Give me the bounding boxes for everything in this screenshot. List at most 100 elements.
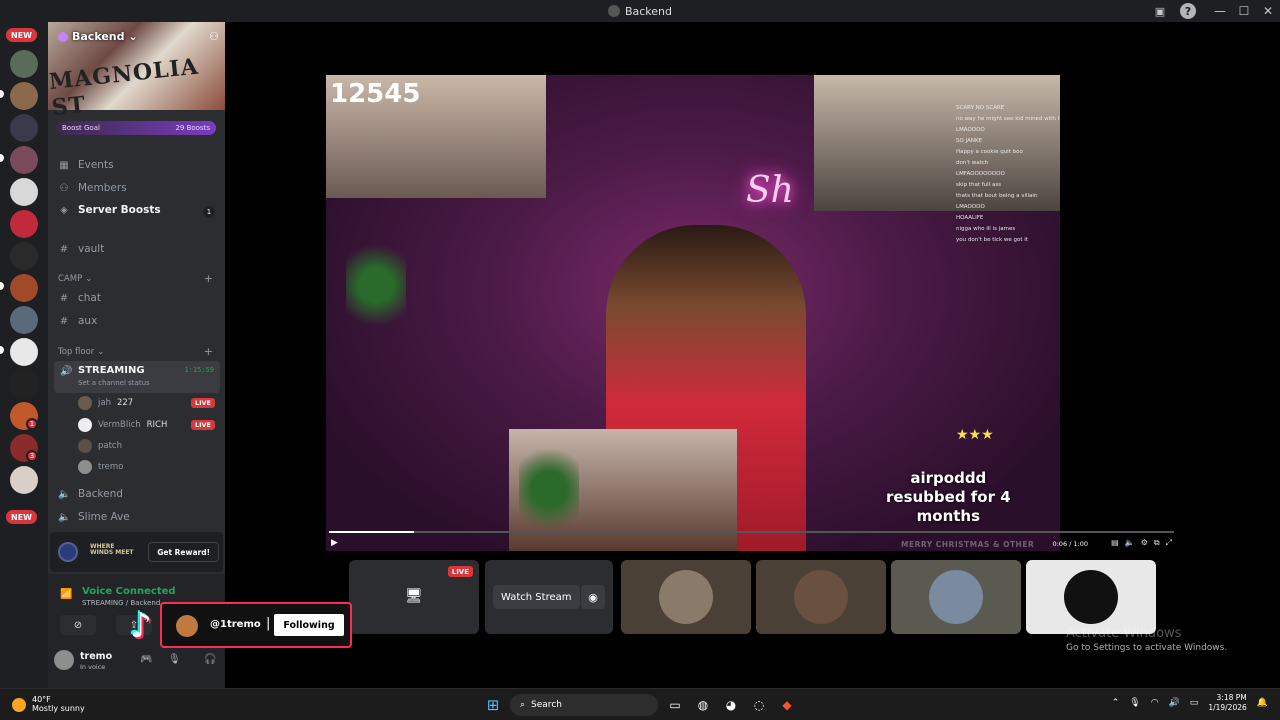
participant-tile[interactable]: [621, 560, 751, 634]
window-title: Backend: [607, 5, 672, 18]
popout-icon[interactable]: ⧉: [1154, 538, 1160, 548]
notification-icon[interactable]: 🔔: [1257, 698, 1268, 708]
boost-goal-bar[interactable]: Boost Goal 29 Boosts: [56, 121, 216, 135]
voice-channel-streaming[interactable]: 🔊 STREAMING Set a channel status 1:15:59: [54, 361, 220, 393]
voice-user[interactable]: jah 227: [78, 394, 133, 412]
nav-server-boosts[interactable]: ◈ Server Boosts: [58, 201, 160, 219]
minimize-button[interactable]: —: [1208, 0, 1232, 22]
server-icon[interactable]: [10, 466, 38, 494]
weather-desc: Mostly sunny: [32, 703, 85, 713]
server-icon[interactable]: [10, 274, 38, 302]
calendar-icon: ▦: [59, 159, 69, 171]
headphones-icon[interactable]: 🎧: [204, 654, 216, 665]
microphone-icon[interactable]: 🎙: [1129, 698, 1140, 708]
taskbar-search[interactable]: ⌕ Search: [510, 694, 658, 716]
title-extras: ▣ ?: [1152, 0, 1196, 22]
chat-line: LMAOOOO: [956, 127, 985, 133]
following-button[interactable]: Following: [274, 614, 344, 636]
play-icon[interactable]: ▶: [331, 538, 338, 548]
members-icon: ⚇: [59, 182, 69, 194]
add-channel-icon[interactable]: +: [204, 272, 213, 285]
preview-eye-icon[interactable]: ◉: [581, 585, 605, 609]
voice-channel-slime-ave[interactable]: 🔈 Slime Ave: [58, 508, 130, 526]
participant-tile[interactable]: [891, 560, 1021, 634]
channel-chat-label: chat: [78, 292, 101, 304]
channel-chat[interactable]: # chat: [58, 289, 101, 307]
camera-off-button[interactable]: ⊘: [60, 615, 96, 635]
participant-tile[interactable]: [756, 560, 886, 634]
battery-icon[interactable]: ▭: [1190, 698, 1199, 708]
chat-line: LMFAOOOOOOOO: [956, 171, 1005, 177]
inbox-icon[interactable]: ▣: [1152, 3, 1168, 19]
voice-connected-status[interactable]: Voice Connected: [82, 586, 176, 597]
captions-icon[interactable]: ▤: [1111, 538, 1119, 548]
server-icon[interactable]: [10, 306, 38, 334]
server-icon[interactable]: [10, 338, 38, 366]
fullscreen-icon[interactable]: ⤢: [1166, 538, 1172, 548]
search-icon: ⌕: [520, 700, 526, 710]
category-top-floor[interactable]: Top floor ⌄: [58, 347, 104, 357]
participant-tile[interactable]: [1026, 560, 1156, 634]
server-icon[interactable]: [10, 370, 38, 398]
settings-icon[interactable]: ⚙: [1141, 538, 1148, 548]
discord-icon[interactable]: ◕: [720, 694, 742, 716]
channel-vault[interactable]: # vault: [58, 240, 105, 258]
server-icon[interactable]: [10, 242, 38, 270]
wifi-icon[interactable]: ◠: [1151, 698, 1159, 708]
deafen-icon[interactable]: 🎮: [140, 654, 152, 665]
windows-start-icon[interactable]: ⊞: [482, 694, 504, 716]
chat-line: SCARY NO SCARE: [956, 105, 1005, 111]
chevron-up-icon[interactable]: ⌃: [1112, 698, 1120, 708]
windows-taskbar: 40°F Mostly sunny ⊞ ⌕ Search ▭ ◍ ◕ ◌ ◆ ⌃…: [0, 688, 1280, 720]
stream-chat-overlay: SCARY NO SCARE no way he might see kid mi…: [956, 105, 1060, 248]
speaker-icon[interactable]: 🔊: [1169, 698, 1180, 708]
nav-events[interactable]: ▦ Events: [58, 156, 113, 174]
user-name[interactable]: tremo: [80, 651, 112, 662]
volume-icon[interactable]: 🔈: [1125, 538, 1135, 548]
activate-subtitle: Go to Settings to activate Windows.: [1066, 643, 1228, 653]
help-icon[interactable]: ?: [1180, 3, 1196, 19]
file-explorer-icon[interactable]: ▭: [664, 694, 686, 716]
avatar: [794, 570, 848, 624]
progress-bar[interactable]: [329, 531, 1174, 533]
voice-user[interactable]: VermBlich RICH: [78, 416, 167, 434]
channel-aux[interactable]: # aux: [58, 312, 98, 330]
channel-sidebar: MAGNOLIA ST Backend ⌄ ⚇ Boost Goal 29 Bo…: [48, 22, 225, 688]
stream-video[interactable]: Sh 12545 SCARY NO SCARE no way he might s…: [326, 75, 1060, 551]
app-icon[interactable]: ◌: [748, 694, 770, 716]
voice-user[interactable]: patch: [78, 437, 122, 455]
weather-widget[interactable]: 40°F Mostly sunny: [12, 695, 85, 714]
channel-vault-label: vault: [78, 243, 105, 255]
server-icon[interactable]: [10, 82, 38, 110]
unread-pill: [0, 346, 4, 354]
clock[interactable]: 3:18 PM 1/19/2026: [1208, 693, 1246, 713]
tiktok-handle: @1tremo: [210, 619, 261, 630]
live-badge: LIVE: [447, 566, 473, 577]
add-channel-icon[interactable]: +: [204, 345, 213, 358]
server-icon[interactable]: [10, 146, 38, 174]
invite-people-icon[interactable]: ⚇: [209, 30, 219, 43]
voice-user-name: VermBlich: [98, 420, 141, 430]
voice-channel-backend[interactable]: 🔈 Backend: [58, 485, 123, 503]
chat-line: no way he might see kid mined with this …: [956, 116, 1060, 122]
server-icon[interactable]: [10, 114, 38, 142]
activate-title: Activate Windows: [1066, 626, 1182, 641]
nav-members[interactable]: ⚇ Members: [58, 179, 127, 197]
server-icon[interactable]: [10, 210, 38, 238]
watch-stream-button[interactable]: Watch Stream: [493, 585, 580, 609]
clock-time: 3:18 PM: [1216, 693, 1247, 702]
microphone-icon[interactable]: 🎙: [168, 654, 181, 665]
chrome-icon[interactable]: ◍: [692, 694, 714, 716]
avatar[interactable]: [54, 650, 74, 670]
stream-tile[interactable]: 🖥 LIVE: [349, 560, 479, 634]
voice-user[interactable]: tremo: [78, 458, 123, 476]
server-name-header[interactable]: Backend ⌄: [58, 30, 138, 43]
server-icon[interactable]: [10, 50, 38, 78]
channel-status[interactable]: Set a channel status: [78, 379, 150, 387]
category-camp[interactable]: CAMP ⌄: [58, 274, 92, 284]
get-reward-button[interactable]: Get Reward!: [148, 542, 219, 562]
brave-icon[interactable]: ◆: [776, 694, 798, 716]
server-icon[interactable]: [10, 178, 38, 206]
close-button[interactable]: ✕: [1256, 0, 1280, 22]
maximize-button[interactable]: ☐: [1232, 0, 1256, 22]
